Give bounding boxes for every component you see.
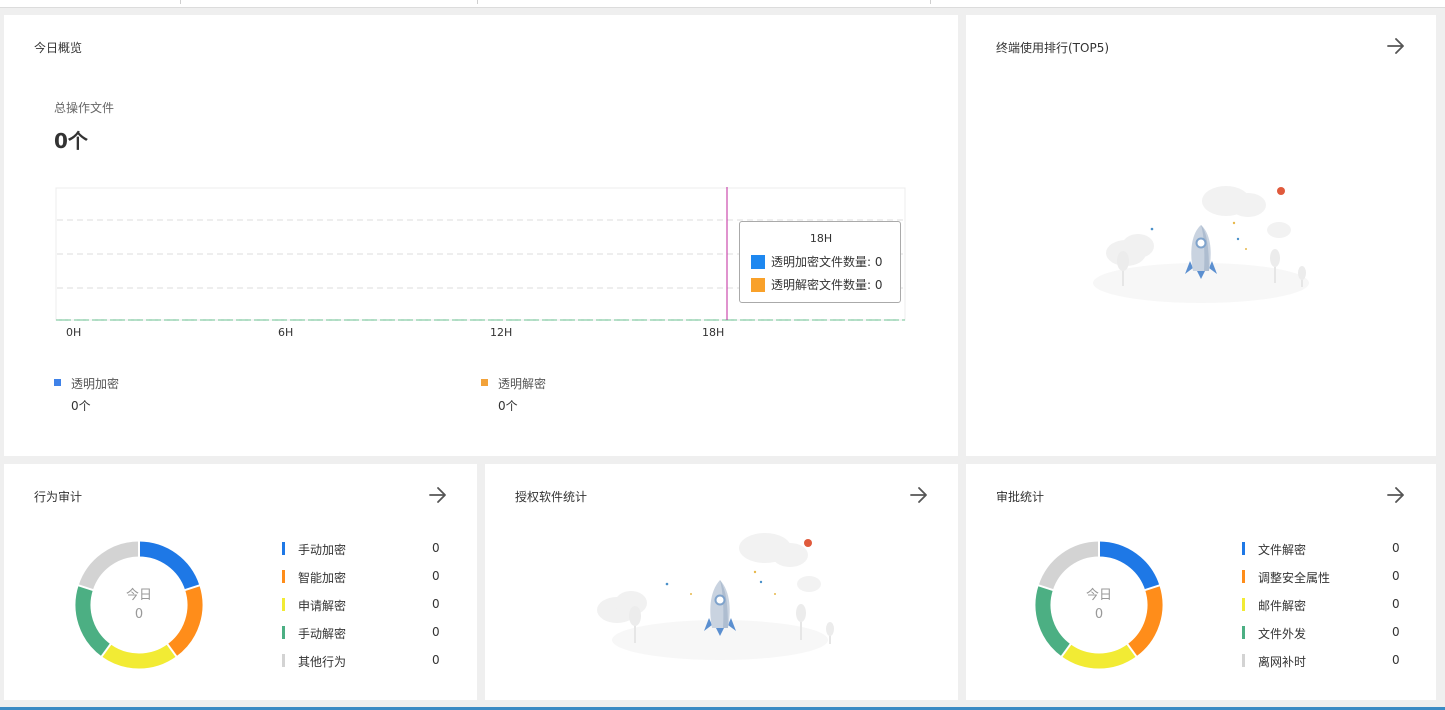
audit-donut-segment[interactable] [138, 541, 200, 591]
audit-donut-segment[interactable] [101, 644, 177, 669]
arrow-right-icon[interactable] [1386, 486, 1406, 504]
audit-donut-segment[interactable] [78, 541, 140, 591]
legend-label: 透明加密 [71, 377, 120, 391]
software-stats-card: 授权软件统计 [485, 464, 958, 700]
legend-item-other-behavior[interactable]: 其他行为 0 [282, 653, 442, 669]
x-tick-label: 0H [66, 326, 81, 339]
legend-item-file-decrypt[interactable]: 文件解密 0 [1242, 541, 1402, 557]
arrow-right-icon[interactable] [428, 486, 448, 504]
tooltip-row-text: 透明加密文件数量: 0 [771, 255, 883, 269]
legend-item-count: 0 [1392, 625, 1400, 639]
x-tick-label: 18H [702, 326, 724, 339]
legend-item-label: 申请解密 [298, 599, 347, 613]
arrow-right-icon[interactable] [909, 486, 929, 504]
legend-color-bar [1242, 542, 1245, 555]
top-tab-strip [0, 0, 1445, 8]
approval-stats-title: 审批统计 [996, 490, 1045, 504]
approval-donut-segment[interactable] [1038, 541, 1100, 591]
audit-donut-segment[interactable] [75, 585, 111, 657]
legend-transparent-encrypt[interactable]: 透明加密 0个 [54, 375, 254, 415]
approval-donut-segment[interactable] [1098, 541, 1160, 591]
arrow-right-icon[interactable] [1386, 37, 1406, 55]
legend-color-bar [1242, 570, 1245, 583]
legend-transparent-decrypt[interactable]: 透明解密 0个 [481, 375, 681, 415]
audit-donut-segment[interactable] [167, 585, 203, 657]
legend-item-count: 0 [432, 653, 440, 667]
legend-color-bar [1242, 654, 1245, 667]
legend-item-label: 文件解密 [1258, 543, 1307, 557]
software-stats-title: 授权软件统计 [515, 490, 588, 504]
donut-center-label: 今日 [125, 588, 152, 603]
tooltip-row-text: 透明解密文件数量: 0 [771, 278, 883, 292]
legend-item-count: 0 [1392, 597, 1400, 611]
legend-item-adjust-security[interactable]: 调整安全属性 0 [1242, 569, 1402, 585]
legend-item-label: 文件外发 [1258, 627, 1307, 641]
legend-color-bar [282, 570, 285, 583]
legend-item-label: 其他行为 [298, 655, 347, 669]
x-tick-label: 12H [490, 326, 512, 339]
legend-item-count: 0 [1392, 569, 1400, 583]
approval-donut-segment[interactable] [1035, 585, 1071, 657]
tab-separator [930, 0, 931, 4]
tab-separator [180, 0, 181, 4]
legend-item-label: 智能加密 [298, 571, 347, 585]
empty-rocket-illustration [597, 533, 834, 660]
overview-line-chart[interactable]: 0H 6H 12H 18H [4, 15, 958, 355]
legend-color-bar [1242, 598, 1245, 611]
approval-stats-card: 审批统计 今日 0 文件解密 0 调整安全属性 0 邮件解密 0 文件外发 0 … [966, 464, 1436, 700]
legend-item-label: 调整安全属性 [1258, 571, 1331, 585]
behavior-audit-card: 行为审计 今日 0 手动加密 0 智能加密 0 申请解密 0 手动解密 0 其他… [4, 464, 477, 700]
overview-card: 今日概览 总操作文件 0个 0H 6H 12H 18H 18H 透明加密文件数量: 0… [4, 15, 958, 456]
terminal-rank-title: 终端使用排行(TOP5) [996, 41, 1110, 55]
legend-item-label: 手动加密 [298, 543, 347, 557]
legend-color-bar [282, 626, 285, 639]
legend-dot-orange [481, 379, 488, 386]
legend-item-count: 0 [432, 569, 440, 583]
legend-color-bar [1242, 626, 1245, 639]
legend-item-manual-decrypt[interactable]: 手动解密 0 [282, 625, 442, 641]
legend-color-bar [282, 654, 285, 667]
x-tick-label: 6H [278, 326, 293, 339]
legend-color-bar [282, 598, 285, 611]
legend-color-bar [282, 542, 285, 555]
legend-item-label: 手动解密 [298, 627, 347, 641]
tooltip-swatch-blue [751, 255, 765, 269]
legend-value: 0个 [71, 399, 91, 413]
tooltip-title: 18H [809, 232, 833, 245]
tab-separator [477, 0, 478, 4]
donut-center-value: 0 [1094, 607, 1104, 622]
empty-rocket-illustration [1093, 186, 1309, 303]
legend-item-count: 0 [1392, 541, 1400, 555]
behavior-audit-title: 行为审计 [34, 490, 83, 504]
legend-item-manual-encrypt[interactable]: 手动加密 0 [282, 541, 442, 557]
legend-item-label: 离网补时 [1258, 655, 1307, 669]
tooltip-swatch-orange [751, 278, 765, 292]
legend-item-count: 0 [432, 597, 440, 611]
legend-item-count: 0 [432, 541, 440, 555]
legend-item-count: 0 [432, 625, 440, 639]
chart-tooltip: 18H 透明加密文件数量: 0 透明解密文件数量: 0 [739, 221, 901, 303]
donut-center-value: 0 [134, 607, 144, 622]
legend-item-apply-decrypt[interactable]: 申请解密 0 [282, 597, 442, 613]
legend-item-file-outgoing[interactable]: 文件外发 0 [1242, 625, 1402, 641]
legend-item-mail-decrypt[interactable]: 邮件解密 0 [1242, 597, 1402, 613]
legend-dot-blue [54, 379, 61, 386]
tooltip-row-encrypt: 透明加密文件数量: 0 [751, 253, 883, 269]
legend-item-count: 0 [1392, 653, 1400, 667]
donut-center-text: 今日 0 [1069, 586, 1129, 624]
terminal-rank-card: 终端使用排行(TOP5) [966, 15, 1436, 456]
approval-donut-segment[interactable] [1061, 644, 1137, 669]
legend-item-smart-encrypt[interactable]: 智能加密 0 [282, 569, 442, 585]
tooltip-row-decrypt: 透明解密文件数量: 0 [751, 276, 883, 292]
legend-value: 0个 [498, 399, 518, 413]
legend-item-label: 邮件解密 [1258, 599, 1307, 613]
donut-center-label: 今日 [1085, 588, 1112, 603]
donut-center-text: 今日 0 [109, 586, 169, 624]
approval-donut-segment[interactable] [1127, 585, 1163, 657]
legend-label: 透明解密 [498, 377, 547, 391]
legend-item-offline-extension[interactable]: 离网补时 0 [1242, 653, 1402, 669]
